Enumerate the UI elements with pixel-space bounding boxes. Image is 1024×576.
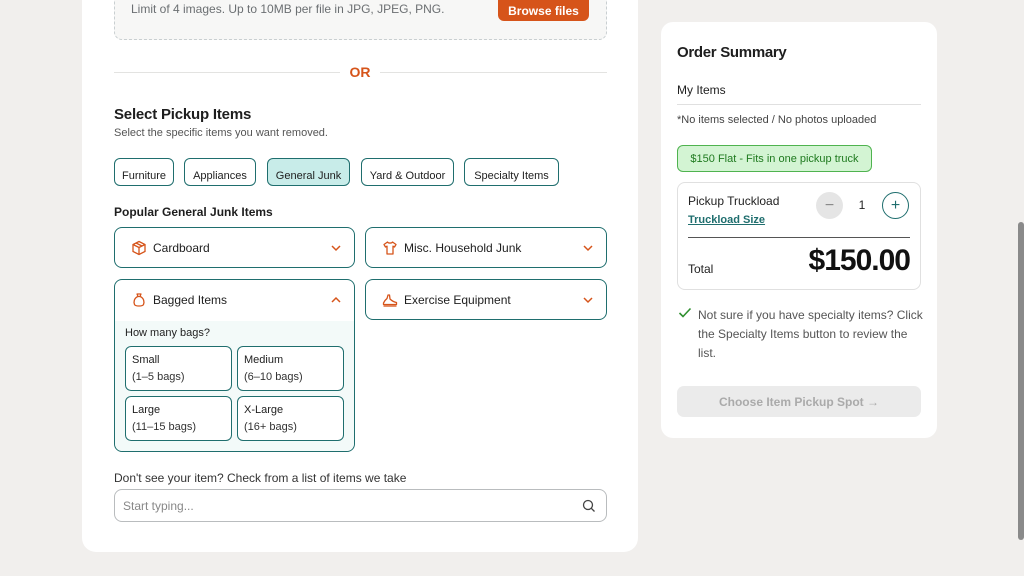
bag-count-question: How many bags? <box>125 327 210 339</box>
chevron-down-icon <box>583 245 593 252</box>
item-bagged-label: Bagged Items <box>153 293 228 307</box>
bag-option-name: X-Large <box>244 404 284 416</box>
item-misc-household-junk[interactable]: Misc. Household Junk <box>365 227 607 268</box>
item-bagged-header[interactable]: Bagged Items <box>115 280 354 320</box>
item-bagged-items: Bagged Items How many bags? Small (1–5 b… <box>114 279 355 452</box>
bag-option-range: (11–15 bags) <box>132 421 197 433</box>
my-items-heading: My Items <box>677 83 726 97</box>
category-furniture[interactable]: Furniture <box>114 158 174 186</box>
item-search-prompt: Don't see your item? Check from a list o… <box>114 471 407 485</box>
search-icon[interactable] <box>582 499 596 513</box>
order-summary-title: Order Summary <box>677 44 787 61</box>
select-pickup-title: Select Pickup Items <box>114 106 252 123</box>
quantity-decrease-button[interactable]: − <box>816 192 843 219</box>
item-search-box <box>114 489 607 522</box>
no-items-note: *No items selected / No photos uploaded <box>677 114 877 126</box>
quantity-increase-button[interactable]: + <box>882 192 909 219</box>
or-divider-right <box>380 72 607 73</box>
total-value: $150.00 <box>808 244 911 277</box>
scrollbar-thumb[interactable] <box>1018 222 1024 540</box>
specialty-items-note: Not sure if you have specialty items? Cl… <box>698 308 923 360</box>
choose-pickup-spot-button[interactable]: Choose Item Pickup Spot → <box>677 386 921 417</box>
bag-option-x-large[interactable]: X-Large (16+ bags) <box>237 396 344 441</box>
bag-option-large[interactable]: Large (11–15 bags) <box>125 396 232 441</box>
or-divider-text: OR <box>349 64 371 80</box>
truckload-size-link[interactable]: Truckload Size <box>688 214 765 226</box>
plus-icon: + <box>890 197 901 214</box>
bag-option-name: Small <box>132 354 160 366</box>
category-specialty-items[interactable]: Specialty Items <box>464 158 559 186</box>
quantity-value: 1 <box>858 198 866 212</box>
item-cardboard[interactable]: Cardboard <box>114 227 355 268</box>
shoe-icon <box>382 294 398 307</box>
flat-rate-badge: $150 Flat - Fits in one pickup truck <box>677 145 872 172</box>
popular-items-title: Popular General Junk Items <box>114 205 273 219</box>
bag-option-name: Large <box>132 404 161 416</box>
bag-option-range: (6–10 bags) <box>244 371 303 383</box>
browse-files-button[interactable]: Browse files <box>498 0 589 21</box>
or-divider-left <box>114 72 340 73</box>
item-misc-household-header[interactable]: Misc. Household Junk <box>366 228 606 268</box>
item-search-input[interactable] <box>123 496 563 516</box>
bag-option-medium[interactable]: Medium (6–10 bags) <box>237 346 344 391</box>
bag-option-name: Medium <box>244 354 284 366</box>
upload-limit-note: Limit of 4 images. Up to 10MB per file i… <box>131 2 445 16</box>
box-icon <box>132 240 146 256</box>
item-exercise-label: Exercise Equipment <box>404 293 511 307</box>
bag-option-range: (16+ bags) <box>244 421 297 433</box>
item-exercise-header[interactable]: Exercise Equipment <box>366 280 606 320</box>
minus-icon: − <box>824 197 835 214</box>
truckload-label: Pickup Truckload <box>688 194 780 208</box>
item-exercise-equipment[interactable]: Exercise Equipment <box>365 279 607 320</box>
item-cardboard-label: Cardboard <box>153 241 210 255</box>
bag-icon <box>133 293 145 307</box>
chevron-down-icon <box>583 297 593 304</box>
category-appliances[interactable]: Appliances <box>184 158 256 186</box>
check-icon <box>678 307 692 318</box>
summary-divider <box>677 104 921 105</box>
item-cardboard-header[interactable]: Cardboard <box>115 228 354 268</box>
item-misc-household-label: Misc. Household Junk <box>404 241 522 255</box>
category-general-junk[interactable]: General Junk <box>267 158 350 186</box>
shirt-icon <box>383 241 397 255</box>
truckload-divider <box>688 237 910 238</box>
bag-size-panel: How many bags? Small (1–5 bags) Medium (… <box>115 321 354 451</box>
bag-option-range: (1–5 bags) <box>132 371 185 383</box>
bag-option-small[interactable]: Small (1–5 bags) <box>125 346 232 391</box>
total-label: Total <box>688 262 714 276</box>
chevron-up-icon <box>331 296 341 303</box>
category-yard-outdoor[interactable]: Yard & Outdoor <box>361 158 454 186</box>
pickup-card <box>82 0 638 552</box>
select-pickup-subtitle: Select the specific items you want remov… <box>114 127 328 139</box>
chevron-down-icon <box>331 245 341 252</box>
